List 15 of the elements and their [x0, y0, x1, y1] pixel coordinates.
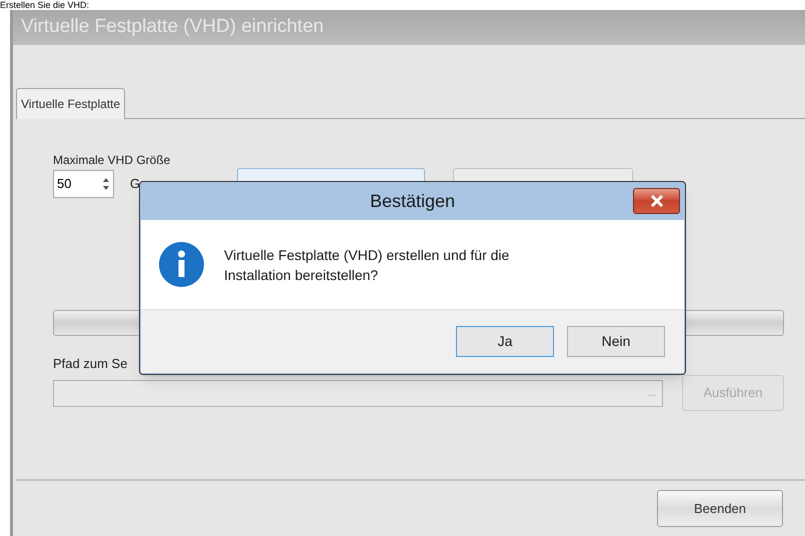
close-icon[interactable] — [633, 188, 680, 214]
page-heading: Erstellen Sie die VHD: — [0, 0, 90, 10]
path-label: Pfad zum Se — [53, 356, 128, 372]
unit-label: G — [130, 175, 140, 194]
tab[interactable]: Virtuelle Festplatte — [16, 88, 126, 119]
dialog-title: Bestätigen — [370, 190, 456, 213]
size-label: Maximale VHD Größe — [53, 152, 172, 168]
dialog-button[interactable]: Ja — [456, 326, 554, 357]
info-icon — [159, 242, 204, 287]
dialog-message: Virtuelle Festplatte (VHD) erstellen und für die Installation bereitstellen? — [224, 246, 510, 284]
close-button[interactable]: Beenden — [657, 490, 783, 527]
spin-arrows-icon[interactable] — [102, 177, 110, 191]
window-title: Virtuelle Festplatte (VHD) einrichten — [21, 15, 324, 40]
dialog-button[interactable]: Nein — [567, 326, 665, 357]
size-spinbox[interactable]: 50 — [53, 170, 114, 198]
